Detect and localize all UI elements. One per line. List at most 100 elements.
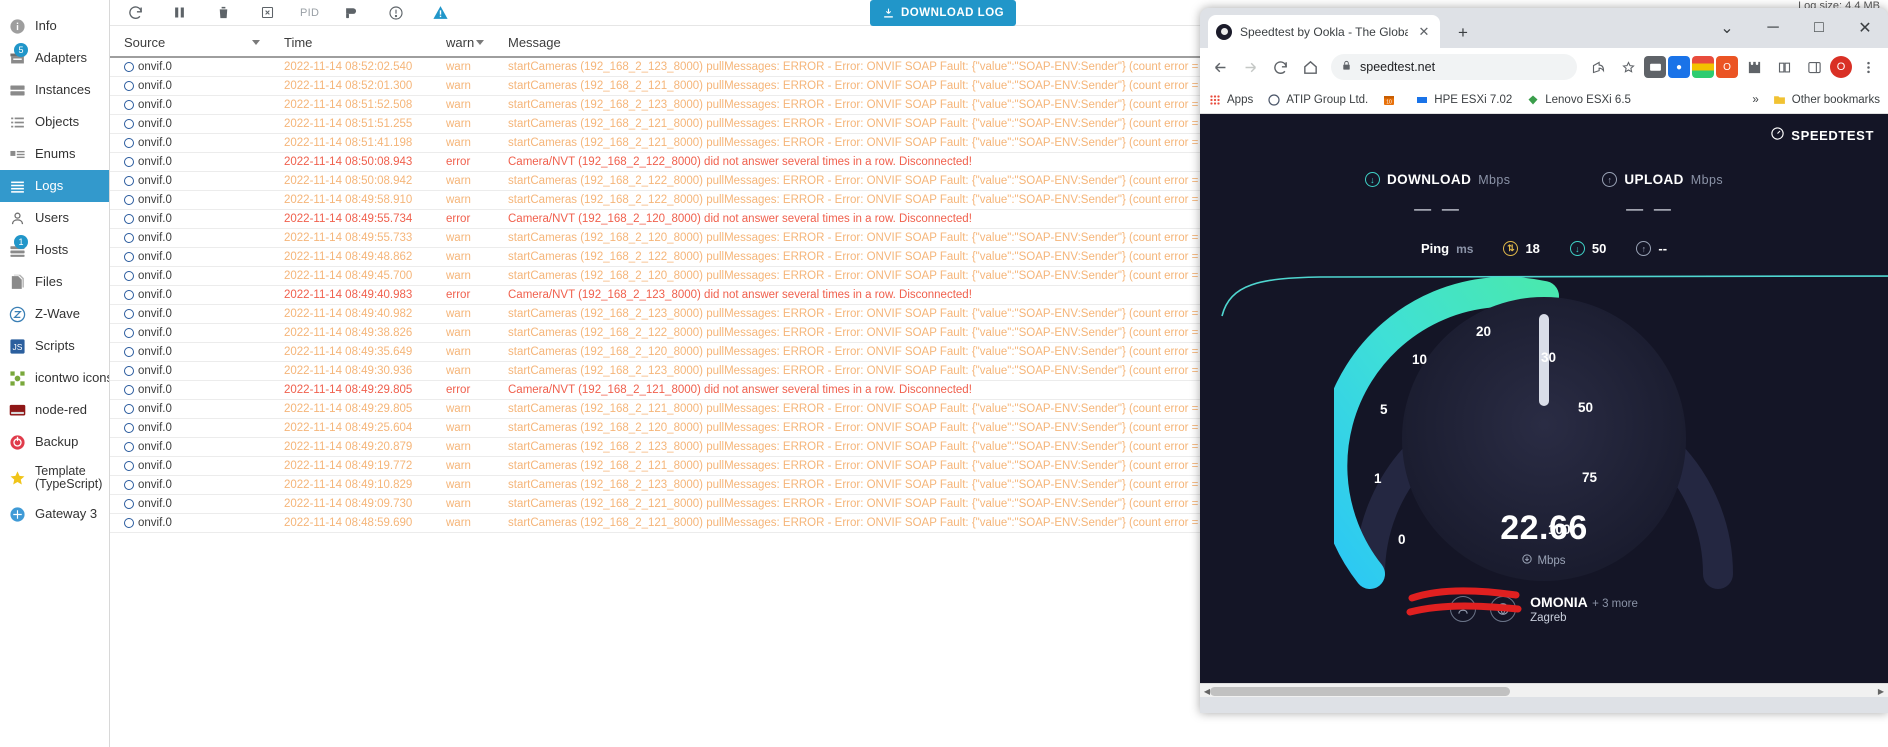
sidebar-item-scripts[interactable]: JS Scripts [0, 330, 109, 362]
column-header-source[interactable]: Source [110, 31, 270, 58]
table-row[interactable]: onvif.0 2022-11-14 08:49:09.730 warn startC… [110, 494, 1310, 514]
sidebar-item-files[interactable]: Files [0, 266, 109, 298]
filter-icon[interactable] [341, 2, 363, 24]
sidebar-item-instances[interactable]: Instances [0, 74, 109, 106]
star-icon[interactable] [1614, 53, 1642, 81]
tab-speedtest[interactable]: Speedtest by Ookla - The Global ✕ [1208, 15, 1440, 48]
sidebar-item-backup[interactable]: Backup [0, 426, 109, 458]
bookmark-lenovo-esxi[interactable]: Lenovo ESXi 6.5 [1526, 93, 1631, 107]
info-icon [8, 17, 26, 35]
extension-stripes-icon[interactable] [1692, 56, 1714, 78]
chrome-browser-window: Speedtest by Ookla - The Global ✕ + ⌄ ─ … [1200, 8, 1888, 713]
side-panel-icon[interactable] [1800, 53, 1828, 81]
maximize-button[interactable]: □ [1796, 8, 1842, 48]
extension-blue-icon[interactable]: ● [1668, 56, 1690, 78]
table-row[interactable]: onvif.0 2022-11-14 08:50:08.943 error Camer… [110, 152, 1310, 172]
address-bar[interactable]: speedtest.net [1331, 54, 1577, 80]
extension-orange-icon[interactable]: O [1716, 56, 1738, 78]
download-log-button[interactable]: DOWNLOAD LOG [870, 0, 1017, 26]
column-header-message[interactable]: Message [494, 31, 1310, 58]
pause-icon[interactable] [168, 2, 190, 24]
extensions-puzzle-icon[interactable] [1740, 53, 1768, 81]
reading-list-icon[interactable] [1770, 53, 1798, 81]
sidebar-item-info[interactable]: Info [0, 10, 109, 42]
sidebar-item-template-typescript[interactable]: Template (TypeScript) [0, 458, 109, 498]
bookmark-hpe-esxi[interactable]: HPE ESXi 7.02 [1415, 93, 1512, 107]
gauge-tick-75: 75 [1582, 470, 1598, 485]
sidebar-item-node-red[interactable]: node-red [0, 394, 109, 426]
table-row[interactable]: onvif.0 2022-11-14 08:49:29.805 error Camer… [110, 380, 1310, 400]
share-icon[interactable] [1584, 53, 1612, 81]
column-header-severity[interactable]: warn [432, 31, 494, 58]
table-row[interactable]: onvif.0 2022-11-14 08:49:20.879 warn startC… [110, 437, 1310, 457]
close-icon[interactable]: ✕ [1416, 24, 1432, 40]
chevron-down-icon[interactable] [476, 40, 484, 45]
pid-label[interactable]: PID [300, 7, 319, 19]
cell-message: Camera/NVT (192_168_2_120_8000) did not … [494, 209, 1310, 229]
table-row[interactable]: onvif.0 2022-11-14 08:52:02.540 warn startC… [110, 57, 1310, 77]
upload-value: — — [1626, 199, 1674, 218]
sidebar-item-users[interactable]: Users [0, 202, 109, 234]
table-row[interactable]: onvif.0 2022-11-14 08:49:58.910 warn startC… [110, 190, 1310, 210]
clear-icon[interactable] [256, 2, 278, 24]
table-row[interactable]: onvif.0 2022-11-14 08:49:55.733 warn startC… [110, 228, 1310, 248]
bookmark-atip-group[interactable]: ATIP Group Ltd. [1267, 93, 1368, 107]
forward-arrow-icon[interactable] [1236, 53, 1264, 81]
table-row[interactable]: onvif.0 2022-11-14 08:49:45.700 warn startC… [110, 266, 1310, 286]
sidebar-item-objects[interactable]: Objects [0, 106, 109, 138]
backup-icon [8, 433, 26, 451]
chevron-down-icon[interactable]: ⌄ [1704, 8, 1750, 48]
table-row[interactable]: onvif.0 2022-11-14 08:51:41.198 warn startC… [110, 133, 1310, 153]
folder-icon [1773, 93, 1787, 107]
source-label: onvif.0 [138, 478, 172, 491]
table-row[interactable]: onvif.0 2022-11-14 08:51:51.255 warn startC… [110, 114, 1310, 134]
sidebar-item-z-wave[interactable]: Z-Wave [0, 298, 109, 330]
extension-cast-icon[interactable] [1644, 56, 1666, 78]
table-row[interactable]: onvif.0 2022-11-14 08:52:01.300 warn startC… [110, 76, 1310, 96]
table-row[interactable]: onvif.0 2022-11-14 08:49:10.829 warn startC… [110, 475, 1310, 495]
table-row[interactable]: onvif.0 2022-11-14 08:49:40.982 warn startC… [110, 304, 1310, 324]
table-row[interactable]: onvif.0 2022-11-14 08:49:25.604 warn startC… [110, 418, 1310, 438]
trash-icon[interactable] [212, 2, 234, 24]
template-icon [8, 469, 26, 487]
sidebar: Info 5 Adapters Instances Objects Enums … [0, 0, 110, 747]
table-row[interactable]: onvif.0 2022-11-14 08:49:48.862 warn startC… [110, 247, 1310, 267]
sidebar-item-adapters[interactable]: 5 Adapters [0, 42, 109, 74]
table-row[interactable]: onvif.0 2022-11-14 08:49:35.649 warn startC… [110, 342, 1310, 362]
sidebar-item-enums[interactable]: Enums [0, 138, 109, 170]
table-row[interactable]: onvif.0 2022-11-14 08:49:38.826 warn startC… [110, 323, 1310, 343]
server-details[interactable]: OMONIA + 3 more Zagreb [1530, 594, 1638, 624]
table-row[interactable]: onvif.0 2022-11-14 08:50:08.942 warn startC… [110, 171, 1310, 191]
horizontal-scrollbar[interactable]: ◀ ▶ [1200, 683, 1888, 697]
new-tab-button[interactable]: + [1452, 22, 1474, 44]
back-arrow-icon[interactable] [1206, 53, 1234, 81]
bookmarks-overflow-button[interactable]: » [1752, 94, 1758, 106]
table-row[interactable]: onvif.0 2022-11-14 08:49:29.805 warn startC… [110, 399, 1310, 419]
home-icon[interactable] [1296, 53, 1324, 81]
table-row[interactable]: onvif.0 2022-11-14 08:49:40.983 error Camer… [110, 285, 1310, 305]
table-row[interactable]: onvif.0 2022-11-14 08:49:19.772 warn startC… [110, 456, 1310, 476]
table-row[interactable]: onvif.0 2022-11-14 08:48:59.690 warn startC… [110, 513, 1310, 533]
column-header-time[interactable]: Time [270, 31, 432, 58]
sidebar-item-icontwo-icons[interactable]: icontwo icons [0, 362, 109, 394]
sidebar-item-logs[interactable]: Logs [0, 170, 109, 202]
warning-triangle-icon[interactable] [429, 2, 451, 24]
three-dot-menu-icon[interactable] [1854, 53, 1882, 81]
refresh-icon[interactable] [124, 2, 146, 24]
minimize-button[interactable]: ─ [1750, 8, 1796, 48]
sidebar-item-hosts[interactable]: 1 Hosts [0, 234, 109, 266]
table-row[interactable]: onvif.0 2022-11-14 08:49:55.734 error Camer… [110, 209, 1310, 229]
profile-avatar[interactable]: O [1830, 56, 1852, 78]
chevron-down-icon[interactable] [252, 40, 260, 45]
bookmark-calendar[interactable]: 10 [1382, 93, 1401, 107]
scrollbar-thumb[interactable] [1210, 687, 1510, 696]
info-circle-icon[interactable] [385, 2, 407, 24]
sidebar-item-gateway-3[interactable]: Gateway 3 [0, 498, 109, 530]
bookmark-apps[interactable]: Apps [1208, 93, 1253, 107]
reload-icon[interactable] [1266, 53, 1294, 81]
table-row[interactable]: onvif.0 2022-11-14 08:51:52.508 warn startC… [110, 95, 1310, 115]
close-window-button[interactable]: ✕ [1842, 8, 1888, 48]
bookmark-other-bookmarks[interactable]: Other bookmarks [1773, 93, 1880, 107]
table-row[interactable]: onvif.0 2022-11-14 08:49:30.936 warn startC… [110, 361, 1310, 381]
scroll-right-arrow-icon[interactable]: ▶ [1874, 684, 1888, 697]
